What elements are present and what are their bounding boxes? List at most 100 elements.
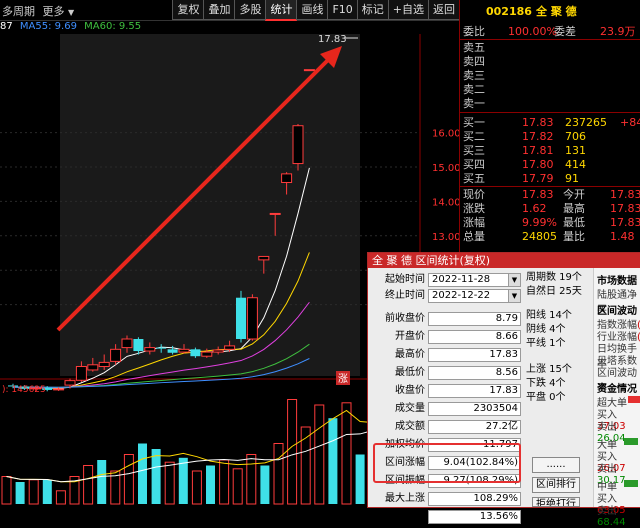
buy-volume: 91	[565, 172, 579, 185]
toolbar-button-8[interactable]: 返回	[428, 0, 460, 20]
toolbar-button-0[interactable]: 复权	[172, 0, 205, 20]
end-time-row: 终止时间 2022-12-22 ▼	[372, 288, 522, 304]
interval-rank-button[interactable]: 区间排行	[532, 477, 580, 493]
price-tick-label: 15.00	[432, 163, 460, 174]
sell-row: 卖四	[460, 55, 640, 68]
chevron-down-icon[interactable]: ▼	[508, 274, 520, 286]
period-menu[interactable]: 多周期	[2, 5, 35, 18]
toolbar-button-2[interactable]: 多股	[234, 0, 267, 20]
buy-level-label: 买一	[463, 116, 485, 129]
end-time-picker[interactable]: 2022-12-22 ▼	[428, 289, 521, 303]
candle-body	[236, 297, 246, 339]
stats-row-label: 开盘价	[395, 331, 425, 342]
stat-label: 总量	[463, 230, 485, 243]
more-menu[interactable]: 更多	[43, 5, 65, 18]
candle-body	[246, 297, 258, 340]
stats-row-label: 前收盘价	[385, 313, 425, 324]
volume-bar	[55, 490, 66, 505]
volume-bar	[42, 479, 52, 504]
flat-count: 平盘 0个	[526, 392, 566, 403]
candle-stats: 阳线 14个 阴线 4个 平线 1个	[526, 309, 572, 351]
quote-panel: 002186 全 聚 德 委比 100.00% 委差 23.9万 卖五 卖四 卖三卖…	[459, 0, 640, 252]
ma55-label: MA55: 9.69	[19, 21, 77, 32]
market-data-head: 市场数据	[597, 276, 637, 287]
toolbar-button-7[interactable]: +自选	[387, 0, 429, 20]
stat-label-2: 今开	[563, 188, 585, 201]
start-time-picker[interactable]: 2022-11-28 ▼	[428, 273, 521, 287]
volume-bar	[232, 468, 243, 505]
weicha-label: 委差	[554, 25, 576, 38]
volume-bar	[83, 465, 94, 505]
toolbar-button-4[interactable]: 画线	[296, 0, 329, 20]
limit-up-text: 涨	[338, 373, 348, 385]
more-button[interactable]: ......	[532, 457, 580, 473]
stat-value-2: 17.83	[610, 202, 640, 215]
interval-stats-dialog: 全 聚 德 区间统计(复权) 起始时间 2022-11-28 ▼ 终止时间 202…	[367, 252, 640, 528]
yin-count: 阴线 4个	[526, 324, 566, 335]
natural-days: 自然日 25天	[526, 286, 582, 297]
fund-head: 资金情况	[597, 384, 637, 395]
sell-level-label: 卖三	[463, 69, 485, 82]
volume-bar	[287, 399, 298, 505]
stat-value: 9.99%	[522, 216, 557, 229]
stats-row: 最低价 8.56	[372, 365, 522, 381]
volume-bar	[178, 457, 188, 504]
toolbar-button-6[interactable]: 标记	[356, 0, 389, 20]
volume-bar	[314, 404, 325, 505]
orderbook-divider	[460, 112, 640, 113]
candle-body	[156, 347, 167, 349]
range-wave-head: 区间波动	[597, 306, 637, 317]
stats-row: 最大上涨 108.29%	[372, 491, 522, 507]
super-large-bar	[628, 396, 640, 403]
candle-body	[133, 339, 144, 352]
weicha-value: 23.9万	[600, 25, 636, 38]
volume-bar	[1, 476, 12, 505]
start-time-value: 2022-11-28	[432, 274, 491, 285]
candle-body	[303, 69, 315, 72]
toolbar-button-5[interactable]: F10	[327, 0, 358, 20]
candle-body	[98, 361, 110, 368]
toolbar-left: 多周期 更多 ▼	[2, 3, 74, 19]
candle-body	[178, 348, 190, 353]
volume-bar	[191, 470, 202, 505]
stats-row: 成交额 27.2亿	[372, 419, 522, 435]
candle-body	[281, 173, 293, 183]
stats-row-value: 2303504	[428, 402, 521, 416]
stats-row-value: 13.56%	[428, 510, 521, 524]
candle-body	[201, 351, 213, 357]
stat-value: 24805	[522, 230, 557, 243]
period-stats: 周期数 19个 自然日 25天	[526, 271, 582, 299]
dialog-title[interactable]: 全 聚 德 区间统计(复权)	[368, 253, 640, 268]
chevron-down-icon[interactable]: ▼	[508, 290, 520, 302]
stat-label: 涨幅	[463, 216, 485, 229]
stats-row: 前收盘价 8.79	[372, 311, 522, 327]
stats-row: 收盘价 17.83	[372, 383, 522, 399]
stats-row-label: 最大上涨	[385, 493, 425, 504]
volume-bar	[355, 454, 365, 504]
end-time-label: 终止时间	[385, 290, 425, 301]
candle-body	[121, 338, 133, 349]
yang-count: 阳线 14个	[526, 310, 572, 321]
stat-label: 现价	[463, 188, 485, 201]
super-sell-label: 卖出	[597, 422, 617, 433]
volume-bar	[151, 449, 161, 504]
toolbar-button-1[interactable]: 叠加	[203, 0, 236, 20]
buy-level-label: 买二	[463, 130, 485, 143]
candle-body	[292, 125, 304, 165]
toolbar-button-3[interactable]: 统计	[265, 0, 298, 21]
buy-extra: +84	[620, 116, 640, 129]
candle	[303, 69, 315, 72]
large-order-bar	[624, 438, 638, 445]
chart-toolbar: 多周期 更多 ▼ 复权 叠加 多股 统计 画线 F10 标记 +自选 返回	[0, 0, 460, 21]
stat-value-2: 17.83	[610, 188, 640, 201]
buy-price: 17.79	[522, 172, 554, 185]
sell-row: 卖三	[460, 69, 640, 82]
stock-header: 002186 全 聚 德	[460, 5, 640, 18]
candle-body	[224, 345, 236, 350]
volume-bar	[164, 461, 175, 505]
quote-stat-row: 总量 24805 量比 1.48	[460, 230, 640, 243]
highlight-box	[373, 443, 521, 483]
buy-row: 买三 17.81 131	[460, 144, 640, 157]
candle-body	[144, 347, 156, 352]
stats-row: 开盘价 8.66	[372, 329, 522, 345]
